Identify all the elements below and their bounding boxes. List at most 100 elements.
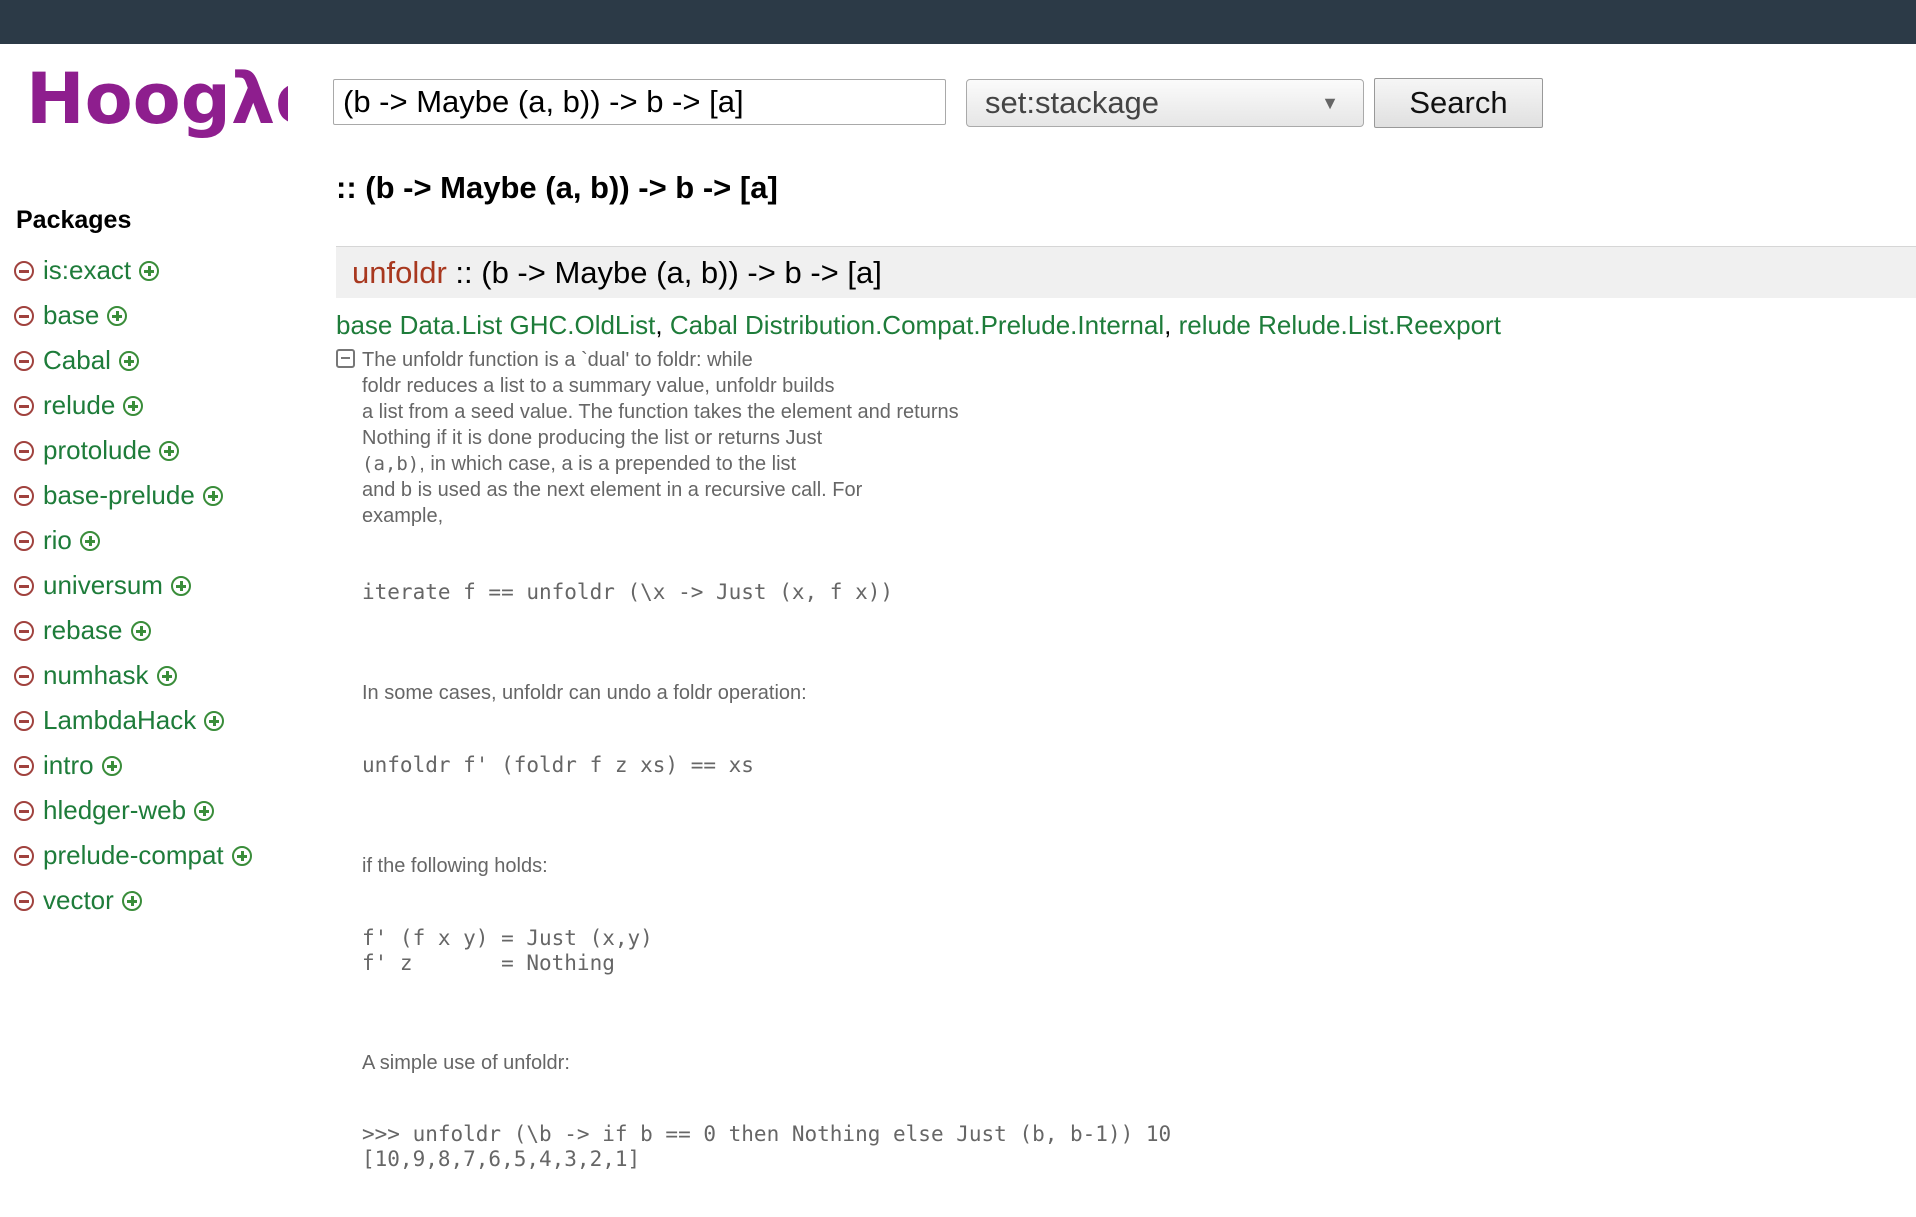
module-link[interactable]: Data.List — [400, 310, 503, 340]
module-link[interactable]: GHC.OldList — [509, 310, 655, 340]
top-bar — [0, 0, 1916, 44]
package-item: relude — [14, 383, 252, 428]
doc-text: a list from a seed value. The function t… — [362, 401, 959, 423]
search-button[interactable]: Search — [1374, 78, 1543, 128]
code-example: unfoldr f' (foldr f z xs) == xs — [362, 753, 754, 777]
module-link[interactable]: Distribution.Compat.Prelude.Internal — [745, 310, 1164, 340]
exclude-icon[interactable] — [14, 260, 34, 281]
result-packages: base Data.List GHC.OldList, Cabal Distri… — [336, 310, 1501, 341]
result-function-link[interactable]: unfoldr — [352, 255, 447, 290]
inline-code: (a,b) — [362, 453, 420, 475]
collapse-icon[interactable] — [336, 349, 355, 368]
svg-text:Hoogλe: Hoogλe — [26, 58, 288, 138]
exclude-icon[interactable] — [14, 485, 34, 506]
doc-text: Nothing if it is done producing the list… — [362, 427, 823, 449]
module-link[interactable]: Relude.List.Reexport — [1258, 310, 1501, 340]
code-example: >>> unfoldr (\b -> if b == 0 then Nothin… — [362, 1122, 1171, 1172]
scope-select[interactable]: set:stackage ▼ — [966, 79, 1364, 127]
search-input[interactable] — [333, 79, 946, 125]
exclude-icon[interactable] — [14, 530, 34, 551]
scope-select-value: set:stackage — [985, 85, 1160, 120]
include-icon[interactable] — [202, 485, 223, 506]
exclude-icon[interactable] — [14, 755, 34, 776]
package-link[interactable]: hledger-web — [43, 795, 186, 826]
include-icon[interactable] — [231, 845, 252, 866]
include-icon[interactable] — [170, 575, 191, 596]
include-icon[interactable] — [194, 800, 215, 821]
package-item: is:exact — [14, 248, 252, 293]
package-item: protolude — [14, 428, 252, 473]
package-link[interactable]: intro — [43, 750, 94, 781]
exclude-icon[interactable] — [14, 710, 34, 731]
result-header: unfoldr :: (b -> Maybe (a, b)) -> b -> [… — [336, 246, 1916, 298]
exclude-icon[interactable] — [14, 350, 34, 371]
package-link[interactable]: base-prelude — [43, 480, 195, 511]
include-icon[interactable] — [79, 530, 100, 551]
package-link[interactable]: universum — [43, 570, 163, 601]
doc-text: foldr reduces a list to a summary value,… — [362, 375, 835, 397]
exclude-icon[interactable] — [14, 620, 34, 641]
package-link[interactable]: relude — [43, 390, 115, 421]
result-signature: :: (b -> Maybe (a, b)) -> b -> [a] — [455, 255, 882, 290]
package-link[interactable]: relude — [1179, 310, 1251, 340]
package-link[interactable]: numhask — [43, 660, 149, 691]
exclude-icon[interactable] — [14, 665, 34, 686]
package-item: LambdaHack — [14, 698, 252, 743]
package-link[interactable]: vector — [43, 885, 114, 916]
package-item: universum — [14, 563, 252, 608]
query-title: :: (b -> Maybe (a, b)) -> b -> [a] — [336, 170, 778, 205]
separator: , — [1164, 310, 1172, 340]
exclude-icon[interactable] — [14, 845, 34, 866]
package-link[interactable]: protolude — [43, 435, 151, 466]
code-line: f' (f x y) = Just (x,y) — [362, 926, 653, 950]
include-icon[interactable] — [156, 665, 177, 686]
separator: , — [655, 310, 663, 340]
package-link[interactable]: Cabal — [43, 345, 111, 376]
include-icon[interactable] — [101, 755, 122, 776]
package-item: base-prelude — [14, 473, 252, 518]
doc-text: if the following holds: — [362, 855, 548, 877]
package-link[interactable]: Cabal — [670, 310, 738, 340]
code-line: >>> unfoldr (\b -> if b == 0 then Nothin… — [362, 1122, 1172, 1146]
package-item: rio — [14, 518, 252, 563]
doc-text: The unfoldr function is a `dual' to fold… — [362, 349, 753, 371]
package-item: numhask — [14, 653, 252, 698]
exclude-icon[interactable] — [14, 305, 34, 326]
chevron-down-icon: ▼ — [1321, 93, 1339, 113]
doc-text: , in which case, a is a prepended to the… — [419, 453, 797, 475]
hoogle-logo[interactable]: Hoogλe — [26, 58, 288, 138]
include-icon[interactable] — [159, 440, 180, 461]
exclude-icon[interactable] — [14, 890, 34, 911]
doc-text: A simple use of unfoldr: — [362, 1052, 570, 1074]
include-icon[interactable] — [204, 710, 225, 731]
package-link[interactable]: LambdaHack — [43, 705, 196, 736]
doc-intro: The unfoldr function is a `dual' to fold… — [362, 347, 959, 529]
code-example: f' (f x y) = Just (x,y) f' z = Nothing — [362, 926, 653, 976]
package-item: intro — [14, 743, 252, 788]
exclude-icon[interactable] — [14, 575, 34, 596]
package-item: vector — [14, 878, 252, 923]
include-icon[interactable] — [121, 890, 142, 911]
package-link[interactable]: rebase — [43, 615, 123, 646]
include-icon[interactable] — [118, 350, 139, 371]
include-icon[interactable] — [107, 305, 128, 326]
code-line: f' z = Nothing — [362, 951, 615, 975]
doc-text: example, — [362, 505, 444, 527]
include-icon[interactable] — [139, 260, 160, 281]
exclude-icon[interactable] — [14, 395, 34, 416]
code-example: iterate f == unfoldr (\x -> Just (x, f x… — [362, 580, 894, 604]
package-link[interactable]: prelude-compat — [43, 840, 224, 871]
doc-text: In some cases, unfoldr can undo a foldr … — [362, 682, 807, 704]
packages-heading: Packages — [16, 206, 132, 234]
package-link[interactable]: is:exact — [43, 255, 131, 286]
package-item: rebase — [14, 608, 252, 653]
package-link[interactable]: base — [336, 310, 392, 340]
include-icon[interactable] — [123, 395, 144, 416]
exclude-icon[interactable] — [14, 800, 34, 821]
package-item: Cabal — [14, 338, 252, 383]
package-link[interactable]: rio — [43, 525, 72, 556]
exclude-icon[interactable] — [14, 440, 34, 461]
code-line: [10,9,8,7,6,5,4,3,2,1] — [362, 1147, 641, 1171]
package-link[interactable]: base — [43, 300, 99, 331]
include-icon[interactable] — [130, 620, 151, 641]
